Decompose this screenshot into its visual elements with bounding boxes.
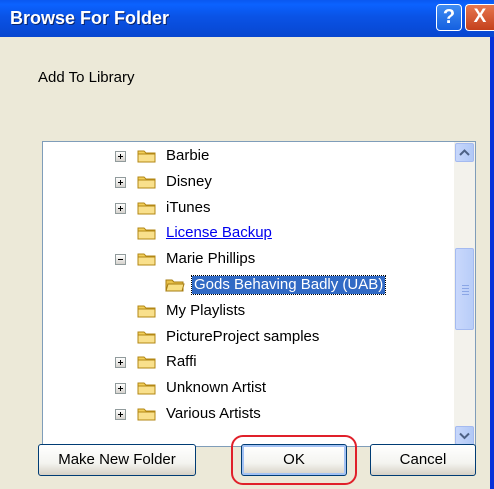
- window-border: [490, 37, 494, 489]
- scroll-down-button[interactable]: [455, 426, 474, 445]
- tree-item[interactable]: Various Artists: [43, 404, 453, 426]
- instruction-text: Add To Library: [38, 69, 135, 86]
- folder-icon: [137, 303, 157, 319]
- thumb-grip: [462, 285, 469, 286]
- tree-item[interactable]: License Backup: [43, 223, 453, 245]
- tree-item[interactable]: iTunes: [43, 198, 453, 220]
- tree-item-label[interactable]: iTunes: [164, 199, 212, 217]
- tree-item-label[interactable]: Marie Phillips: [164, 250, 257, 268]
- chevron-up-icon: [459, 149, 470, 156]
- tree-item-label[interactable]: Raffi: [164, 353, 199, 371]
- folder-icon: [137, 200, 157, 216]
- tree-item-label[interactable]: Various Artists: [164, 405, 263, 423]
- title-bar[interactable]: Browse For Folder ? X: [0, 0, 494, 37]
- tree-item-label[interactable]: My Playlists: [164, 302, 247, 320]
- tree-item[interactable]: My Playlists: [43, 301, 453, 323]
- ok-button-annotation-ring: [231, 435, 357, 485]
- tree-item[interactable]: Barbie: [43, 146, 453, 168]
- folder-icon: [137, 380, 157, 396]
- dialog-body: Add To Library Barbie Disney iTunes License…: [0, 37, 490, 489]
- folder-icon: [137, 225, 157, 241]
- make-new-folder-button[interactable]: Make New Folder: [38, 444, 196, 476]
- thumb-grip: [462, 294, 469, 295]
- folder-icon: [137, 251, 157, 267]
- folder-icon: [137, 329, 157, 345]
- tree-item-label[interactable]: Disney: [164, 173, 214, 191]
- folder-icon: [137, 406, 157, 422]
- expand-icon[interactable]: [115, 409, 126, 420]
- expand-icon[interactable]: [115, 176, 126, 188]
- tree-item-label[interactable]: Barbie: [164, 147, 211, 165]
- tree-item[interactable]: Gods Behaving Badly (UAB): [43, 275, 453, 297]
- expand-icon[interactable]: [115, 151, 126, 162]
- tree-item[interactable]: Raffi: [43, 352, 453, 374]
- thumb-grip: [462, 288, 469, 289]
- tree-item-label[interactable]: PictureProject samples: [164, 328, 321, 346]
- tree-item-label[interactable]: Gods Behaving Badly (UAB): [190, 275, 387, 295]
- expand-icon[interactable]: [115, 202, 126, 214]
- folder-icon: [137, 148, 157, 164]
- tree-item-label[interactable]: Unknown Artist: [164, 379, 268, 397]
- open-folder-icon: [165, 277, 185, 293]
- folder-icon: [137, 354, 157, 370]
- vertical-scrollbar[interactable]: [454, 142, 475, 446]
- thumb-grip: [462, 291, 469, 292]
- scroll-up-button[interactable]: [455, 143, 474, 162]
- cancel-button[interactable]: Cancel: [370, 444, 476, 476]
- close-button[interactable]: X: [465, 4, 494, 31]
- tree-item[interactable]: Disney: [43, 172, 453, 194]
- tree-item-label[interactable]: License Backup: [164, 224, 274, 242]
- folder-tree-content: Barbie Disney iTunes License Backup Marie Ph…: [43, 142, 453, 446]
- tree-item[interactable]: Marie Phillips: [43, 249, 453, 271]
- help-icon: ?: [442, 6, 456, 28]
- window-title: Browse For Folder: [10, 8, 170, 28]
- tree-item[interactable]: Unknown Artist: [43, 378, 453, 400]
- collapse-icon[interactable]: [115, 254, 126, 266]
- chevron-down-icon: [459, 432, 470, 440]
- help-button[interactable]: ?: [436, 4, 462, 31]
- close-icon: X: [473, 6, 487, 27]
- folder-icon: [137, 174, 157, 190]
- expand-icon[interactable]: [115, 383, 126, 395]
- expand-icon[interactable]: [115, 357, 126, 369]
- browse-for-folder-dialog: Browse For Folder ? X Add To Library Bar…: [0, 0, 494, 489]
- folder-tree[interactable]: Barbie Disney iTunes License Backup Marie Ph…: [42, 141, 476, 447]
- tree-item[interactable]: PictureProject samples: [43, 327, 453, 349]
- scroll-thumb[interactable]: [455, 248, 474, 330]
